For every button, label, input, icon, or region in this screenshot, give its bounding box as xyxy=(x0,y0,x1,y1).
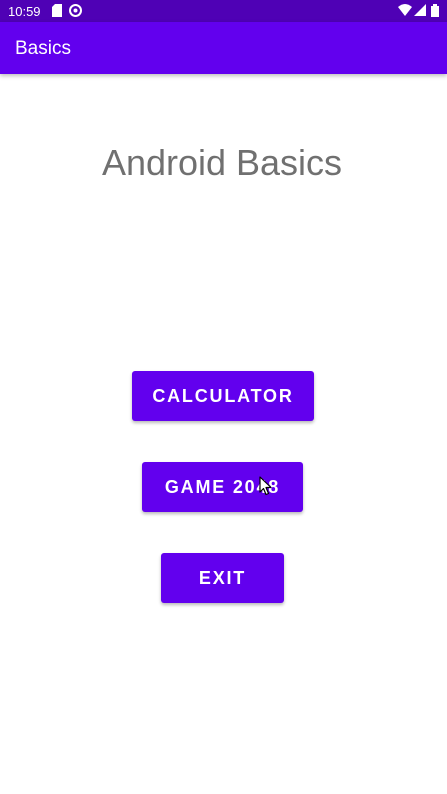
wifi-icon xyxy=(398,4,412,19)
app-bar: Basics xyxy=(0,22,447,74)
exit-button[interactable]: EXIT xyxy=(161,553,284,603)
sd-card-icon xyxy=(52,4,63,20)
game-2048-button[interactable]: GAME 2048 xyxy=(142,462,303,512)
calculator-button[interactable]: CALCULATOR xyxy=(132,371,314,421)
signal-icon xyxy=(414,4,426,19)
page-title: Android Basics xyxy=(101,142,343,183)
mouse-cursor-icon xyxy=(259,476,273,501)
app-title: Basics xyxy=(15,38,71,59)
status-time: 10:59 xyxy=(8,4,41,19)
status-bar: 10:59 xyxy=(0,0,447,22)
sync-icon xyxy=(69,4,82,20)
battery-icon xyxy=(431,4,439,20)
